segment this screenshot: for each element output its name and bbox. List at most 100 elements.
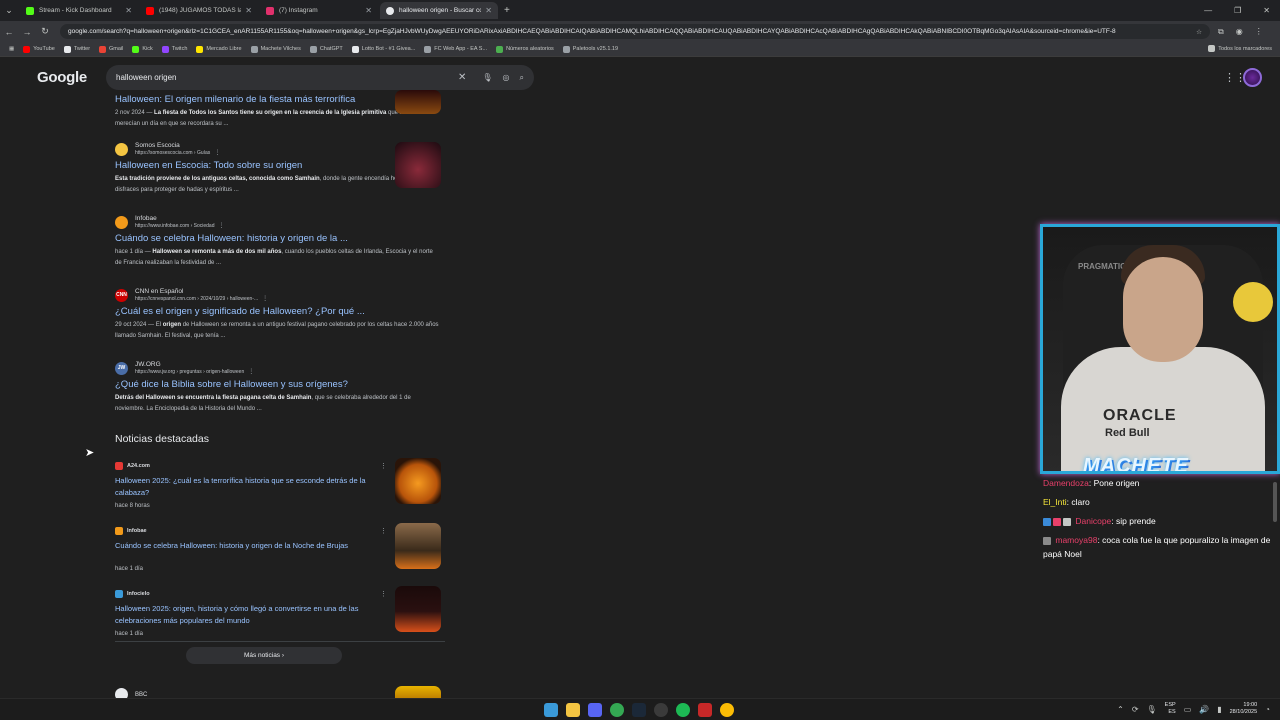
steam-icon[interactable] [632,703,646,717]
monitor-icon[interactable]: ▭ [1184,705,1192,714]
site-url: https://www.jw.org › preguntas › origen-… [135,368,254,375]
news-title-link[interactable]: Cuándo se celebra Halloween: historia y … [115,540,385,552]
globe-icon [562,45,570,53]
bookmark-fc[interactable]: FC Web App - EA S... [424,45,487,53]
more-options-icon[interactable]: ⋮ [262,296,268,302]
more-options-icon[interactable]: ⋮ [380,462,387,470]
microphone-icon[interactable]: 🎙 [482,73,492,82]
result-site[interactable]: Infobae https://www.infobae.com › Socied… [115,215,445,229]
new-tab-icon[interactable]: + [504,5,510,16]
news-title-link[interactable]: Halloween 2025: ¿cuál es la terrorífica … [115,475,385,499]
menu-icon[interactable]: ⋮ [1255,27,1263,37]
volume-icon[interactable]: 🔊 [1199,705,1209,714]
apps-grid-icon[interactable]: ▦ [9,46,14,52]
reload-icon[interactable]: ↻ [36,26,54,37]
bookmark-star-icon[interactable]: ☆ [1196,28,1202,36]
bookmark-youtube[interactable]: YouTube [23,45,55,53]
bookmark-paletools[interactable]: Paletools v25.1.19 [562,45,618,53]
all-bookmarks[interactable]: Todos los marcadores [1208,45,1272,52]
news-item[interactable]: Infobae Cuándo se celebra Halloween: his… [115,523,445,572]
more-options-icon[interactable]: ⋮ [219,223,225,229]
bookmark-lotto[interactable]: Lotto Bot - #1 Givea... [351,45,415,53]
windows-start-icon[interactable] [544,703,558,717]
close-icon[interactable]: ✕ [245,6,252,15]
chatgpt-icon [309,45,317,53]
more-options-icon[interactable]: ⋮ [380,527,387,535]
search-box[interactable]: halloween origen ✕ 🎙 ◎ ⌕ [106,65,534,90]
result-title-link[interactable]: Cuándo se celebra Halloween: historia y … [115,233,445,244]
bookmark-label: Números aleatorios [506,46,554,52]
bookmark-gmail[interactable]: Gmail [99,45,123,53]
search-input[interactable]: halloween origen [116,73,458,82]
bookmark-mercadolibre[interactable]: Mercado Libre [196,45,242,53]
site-url: https://www.infobae.com › Sociedad ⋮ [135,222,225,229]
search-icon[interactable]: ⌕ [520,73,524,83]
sync-icon[interactable]: ⟳ [1132,705,1139,714]
battery-icon[interactable]: ▮ [1217,705,1221,714]
spotify-icon[interactable] [676,703,690,717]
result-thumbnail[interactable] [395,90,441,114]
news-title-link[interactable]: Halloween 2025: origen, historia y cómo … [115,603,385,627]
page-scrollbar[interactable] [1273,482,1277,522]
minimize-icon[interactable]: — [1204,6,1212,15]
bookmark-chatgpt[interactable]: ChatGPT [309,45,343,53]
bookmark-label: Todos los marcadores [1218,45,1272,52]
clear-icon[interactable]: ✕ [458,72,466,83]
more-options-icon[interactable]: ⋮ [380,590,387,598]
result-site[interactable]: CNN CNN en Español https://cnnespanol.cn… [115,288,445,302]
bookmark-machete[interactable]: Machete Vilches [250,45,301,53]
time-label: 19:00 [1243,702,1258,708]
back-icon[interactable]: ← [0,27,18,37]
cnn-icon: CNN [115,288,128,302]
chrome-icon[interactable] [610,703,624,717]
close-icon[interactable]: ✕ [125,6,132,15]
language-indicator[interactable]: ESP ES [1165,702,1176,716]
app-icon[interactable] [698,703,712,717]
pumpkin-image[interactable] [395,458,441,504]
chrome-icon[interactable] [720,703,734,717]
bookmark-numeros[interactable]: Números aleatorios [496,45,554,53]
bookmark-twitch[interactable]: Twitch [161,45,187,53]
more-options-icon[interactable]: ⋮ [214,150,220,156]
discord-icon[interactable] [588,703,602,717]
news-thumbnail[interactable] [395,586,441,632]
tab-youtube[interactable]: (1948) JUGAMOS TODAS las M ✕ [140,2,258,19]
file-explorer-icon[interactable] [566,703,580,717]
forward-icon[interactable]: → [18,27,36,37]
bookmark-kick[interactable]: Kick [132,45,153,53]
close-window-icon[interactable]: ✕ [1263,6,1270,15]
tab-instagram[interactable]: (7) Instagram ✕ [260,2,378,19]
profile-icon[interactable]: ◉ [1236,27,1243,37]
close-icon[interactable]: ✕ [485,6,492,15]
result-title-link[interactable]: ¿Cuál es el origen y significado de Hall… [115,306,445,317]
tab-search-icon[interactable]: ⌄ [0,5,18,16]
close-icon[interactable]: ✕ [365,6,372,15]
maximize-icon[interactable]: ❐ [1234,6,1241,15]
notifications-icon[interactable]: ◔ [1265,705,1270,714]
google-logo[interactable]: Google [37,69,87,86]
browser-toolbar: ← → ↻ google.com/search?q=halloween+orig… [0,21,1280,42]
search-result: CNN CNN en Español https://cnnespanol.cn… [115,288,445,342]
result-title-link[interactable]: ¿Qué dice la Biblia sobre el Halloween y… [115,379,445,390]
obs-icon[interactable] [654,703,668,717]
lens-icon[interactable]: ◎ [503,73,510,82]
more-news-label: Más noticias [243,652,281,659]
news-thumbnail[interactable] [395,523,441,569]
tab-kick[interactable]: Stream - Kick Dashboard ✕ [20,2,138,19]
avatar[interactable] [1243,68,1262,87]
address-bar[interactable]: google.com/search?q=halloween+origen&rlz… [60,24,1210,39]
lang-label: ESP [1164,702,1176,708]
bookmark-twitter[interactable]: Twitter [63,45,90,53]
mic-icon[interactable]: 🎙 [1147,705,1157,714]
more-news-button[interactable]: Más noticias › [186,647,342,664]
extensions-icon[interactable]: ⧉ [1218,27,1224,37]
result-thumbnail[interactable] [395,142,441,188]
site-name: JW.ORG [135,361,161,368]
more-options-icon[interactable]: ⋮ [248,369,254,375]
tab-google-search[interactable]: halloween origen - Buscar con ✕ [380,2,498,19]
news-item[interactable]: A24.com Halloween 2025: ¿cuál es la terr… [115,458,445,509]
clock[interactable]: 19:00 28/10/2025 [1230,702,1258,716]
chevron-up-icon[interactable]: ⌃ [1117,705,1124,714]
news-item[interactable]: Infocielo Halloween 2025: origen, histor… [115,586,445,637]
result-site[interactable]: JW JW.ORG https://www.jw.org › preguntas… [115,361,445,375]
